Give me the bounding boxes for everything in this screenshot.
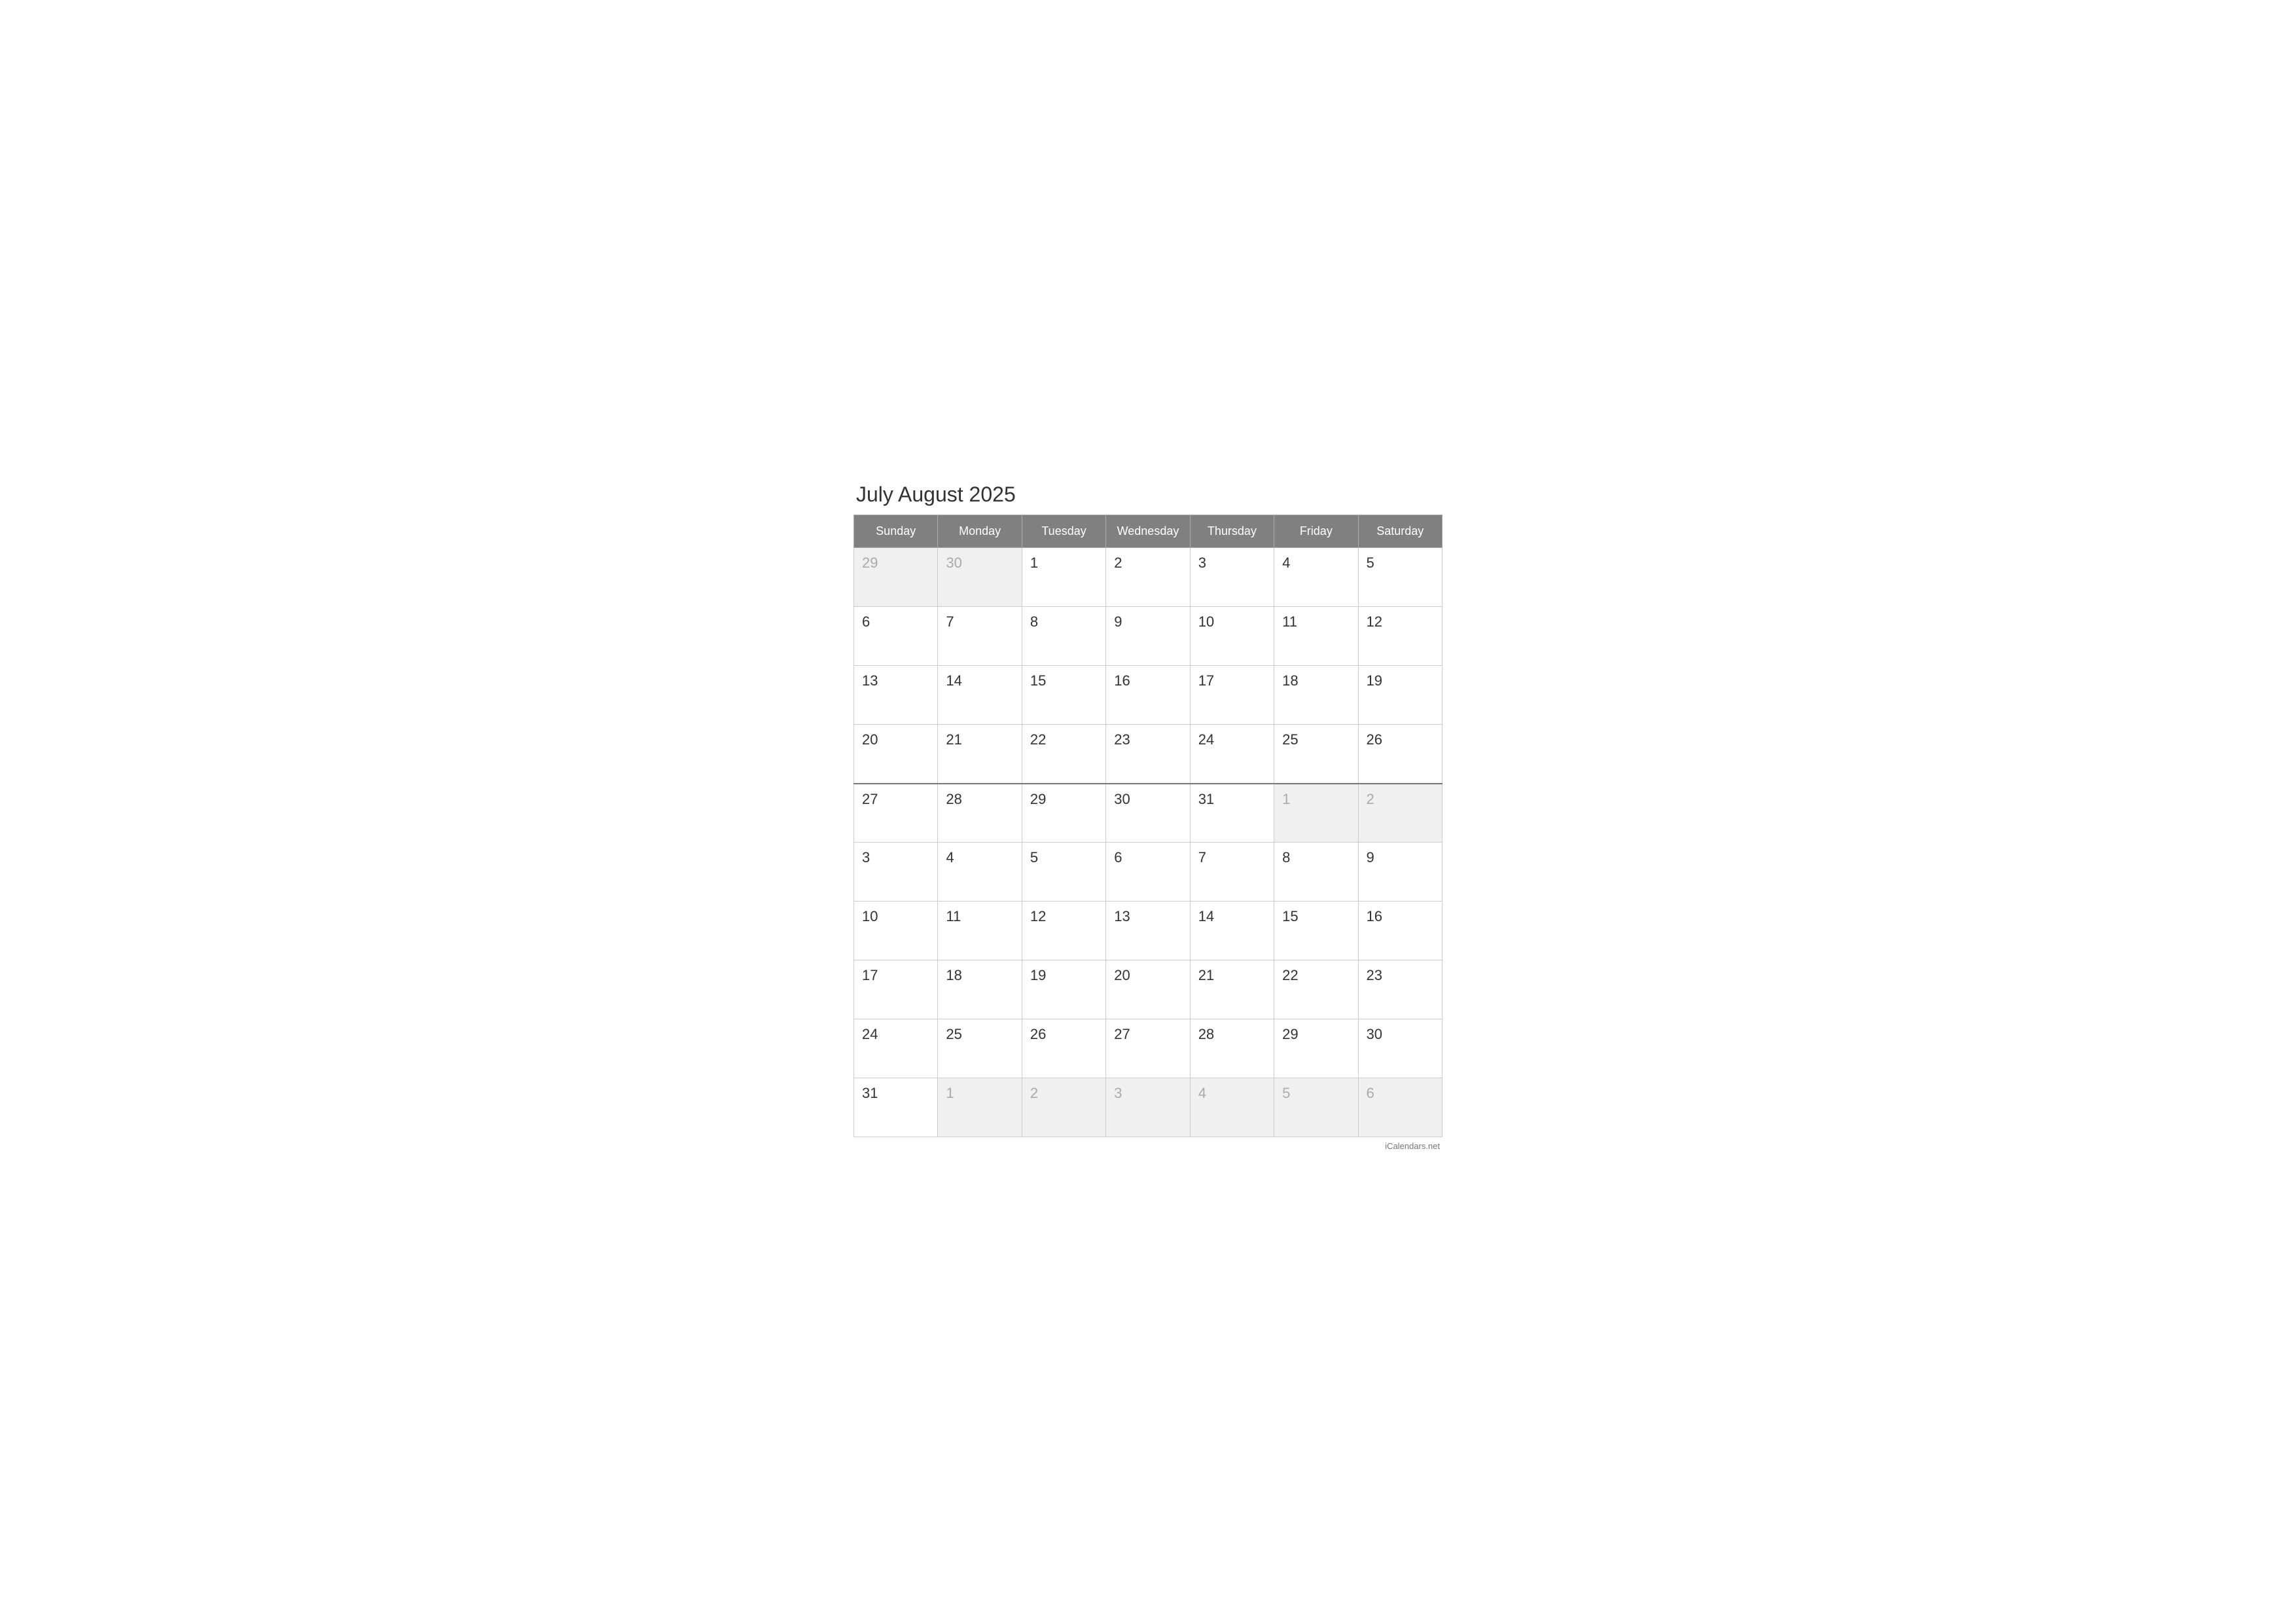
calendar-week-row: 17181920212223 xyxy=(854,960,1443,1019)
calendar-day-cell: 6 xyxy=(854,607,938,666)
header-day-wednesday: Wednesday xyxy=(1106,515,1190,548)
calendar-day-cell: 16 xyxy=(1358,902,1442,960)
calendar-day-cell: 2 xyxy=(1358,784,1442,843)
calendar-day-cell: 25 xyxy=(938,1019,1022,1078)
calendar-day-cell: 26 xyxy=(1022,1019,1105,1078)
calendar-day-cell: 28 xyxy=(938,784,1022,843)
calendar-day-cell: 9 xyxy=(1106,607,1190,666)
calendar-day-cell: 5 xyxy=(1022,843,1105,902)
calendar-day-cell: 29 xyxy=(1274,1019,1358,1078)
calendar-day-cell: 14 xyxy=(1190,902,1274,960)
calendar-title: July August 2025 xyxy=(853,472,1443,515)
calendar-day-cell: 24 xyxy=(854,1019,938,1078)
calendar-day-cell: 14 xyxy=(938,666,1022,725)
header-day-saturday: Saturday xyxy=(1358,515,1442,548)
calendar-day-cell: 21 xyxy=(1190,960,1274,1019)
calendar-week-row: 13141516171819 xyxy=(854,666,1443,725)
calendar-day-cell: 3 xyxy=(1190,548,1274,607)
calendar-day-cell: 20 xyxy=(1106,960,1190,1019)
calendar-day-cell: 28 xyxy=(1190,1019,1274,1078)
calendar-day-cell: 13 xyxy=(1106,902,1190,960)
calendar-day-cell: 5 xyxy=(1358,548,1442,607)
calendar-container: July August 2025 SundayMondayTuesdayWedn… xyxy=(853,472,1443,1151)
calendar-day-cell: 27 xyxy=(1106,1019,1190,1078)
calendar-day-cell: 18 xyxy=(1274,666,1358,725)
calendar-day-cell: 23 xyxy=(1106,725,1190,784)
calendar-day-cell: 17 xyxy=(854,960,938,1019)
calendar-day-cell: 29 xyxy=(1022,784,1105,843)
header-day-sunday: Sunday xyxy=(854,515,938,548)
calendar-day-cell: 30 xyxy=(1106,784,1190,843)
calendar-table: SundayMondayTuesdayWednesdayThursdayFrid… xyxy=(853,515,1443,1137)
calendar-day-cell: 4 xyxy=(1190,1078,1274,1137)
calendar-day-cell: 18 xyxy=(938,960,1022,1019)
calendar-day-cell: 25 xyxy=(1274,725,1358,784)
calendar-day-cell: 12 xyxy=(1022,902,1105,960)
header-day-friday: Friday xyxy=(1274,515,1358,548)
calendar-day-cell: 19 xyxy=(1022,960,1105,1019)
calendar-day-cell: 8 xyxy=(1022,607,1105,666)
header-day-monday: Monday xyxy=(938,515,1022,548)
calendar-day-cell: 7 xyxy=(938,607,1022,666)
calendar-day-cell: 11 xyxy=(1274,607,1358,666)
header-day-tuesday: Tuesday xyxy=(1022,515,1105,548)
calendar-day-cell: 1 xyxy=(938,1078,1022,1137)
calendar-day-cell: 11 xyxy=(938,902,1022,960)
calendar-header: SundayMondayTuesdayWednesdayThursdayFrid… xyxy=(854,515,1443,548)
calendar-day-cell: 17 xyxy=(1190,666,1274,725)
calendar-day-cell: 21 xyxy=(938,725,1022,784)
calendar-week-row: 272829303112 xyxy=(854,784,1443,843)
calendar-day-cell: 22 xyxy=(1274,960,1358,1019)
calendar-day-cell: 2 xyxy=(1022,1078,1105,1137)
calendar-day-cell: 9 xyxy=(1358,843,1442,902)
calendar-day-cell: 8 xyxy=(1274,843,1358,902)
calendar-day-cell: 1 xyxy=(1274,784,1358,843)
calendar-week-row: 10111213141516 xyxy=(854,902,1443,960)
calendar-week-row: 293012345 xyxy=(854,548,1443,607)
calendar-day-cell: 15 xyxy=(1274,902,1358,960)
calendar-day-cell: 4 xyxy=(938,843,1022,902)
calendar-day-cell: 10 xyxy=(854,902,938,960)
calendar-day-cell: 10 xyxy=(1190,607,1274,666)
calendar-day-cell: 5 xyxy=(1274,1078,1358,1137)
calendar-week-row: 20212223242526 xyxy=(854,725,1443,784)
calendar-day-cell: 6 xyxy=(1358,1078,1442,1137)
calendar-week-row: 24252627282930 xyxy=(854,1019,1443,1078)
calendar-day-cell: 1 xyxy=(1022,548,1105,607)
calendar-day-cell: 31 xyxy=(1190,784,1274,843)
calendar-day-cell: 19 xyxy=(1358,666,1442,725)
calendar-day-cell: 30 xyxy=(1358,1019,1442,1078)
calendar-day-cell: 3 xyxy=(854,843,938,902)
calendar-day-cell: 3 xyxy=(1106,1078,1190,1137)
calendar-day-cell: 16 xyxy=(1106,666,1190,725)
calendar-day-cell: 31 xyxy=(854,1078,938,1137)
calendar-day-cell: 22 xyxy=(1022,725,1105,784)
header-day-thursday: Thursday xyxy=(1190,515,1274,548)
calendar-day-cell: 23 xyxy=(1358,960,1442,1019)
calendar-day-cell: 30 xyxy=(938,548,1022,607)
header-row: SundayMondayTuesdayWednesdayThursdayFrid… xyxy=(854,515,1443,548)
calendar-body: 2930123456789101112131415161718192021222… xyxy=(854,548,1443,1137)
calendar-day-cell: 7 xyxy=(1190,843,1274,902)
calendar-week-row: 31123456 xyxy=(854,1078,1443,1137)
calendar-day-cell: 27 xyxy=(854,784,938,843)
calendar-day-cell: 26 xyxy=(1358,725,1442,784)
calendar-week-row: 6789101112 xyxy=(854,607,1443,666)
calendar-day-cell: 24 xyxy=(1190,725,1274,784)
calendar-day-cell: 2 xyxy=(1106,548,1190,607)
calendar-week-row: 3456789 xyxy=(854,843,1443,902)
calendar-day-cell: 20 xyxy=(854,725,938,784)
calendar-day-cell: 13 xyxy=(854,666,938,725)
calendar-day-cell: 12 xyxy=(1358,607,1442,666)
calendar-day-cell: 29 xyxy=(854,548,938,607)
calendar-day-cell: 6 xyxy=(1106,843,1190,902)
calendar-footer: iCalendars.net xyxy=(853,1137,1443,1151)
calendar-day-cell: 15 xyxy=(1022,666,1105,725)
calendar-day-cell: 4 xyxy=(1274,548,1358,607)
